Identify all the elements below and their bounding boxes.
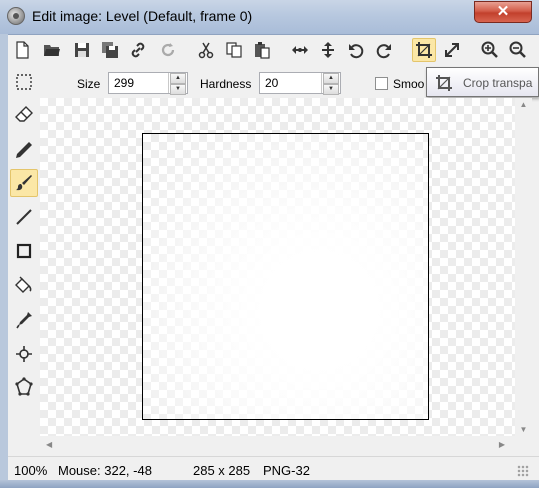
eraser-icon [15, 106, 33, 122]
link-button[interactable] [126, 38, 150, 62]
size-decrement-button[interactable]: ▼ [170, 84, 186, 95]
origin-icon [16, 346, 32, 362]
hardness-increment-button[interactable]: ▲ [323, 73, 339, 84]
resize-icon [445, 43, 459, 57]
vertical-scrollbar[interactable]: ▲ ▼ [515, 98, 532, 436]
open-folder-icon [44, 45, 60, 56]
origin-tool[interactable] [10, 340, 38, 368]
rectangle-tool[interactable] [10, 237, 38, 265]
copy-button[interactable] [222, 38, 246, 62]
image-dimensions: 285 x 285 [193, 463, 251, 478]
new-file-icon [16, 41, 29, 59]
move-vertical-button[interactable] [316, 38, 340, 62]
size-increment-button[interactable]: ▲ [170, 73, 186, 84]
cut-button[interactable] [194, 38, 218, 62]
selection-tool[interactable] [10, 68, 38, 96]
eyedropper-tool[interactable] [10, 306, 38, 334]
resize-button[interactable] [440, 38, 464, 62]
crop-icon [436, 75, 452, 91]
horizontal-scrollbar[interactable]: ◀ ▶ [40, 436, 515, 454]
eyedropper-icon [16, 312, 32, 329]
eraser-tool[interactable] [10, 101, 38, 129]
move-horizontal-button[interactable] [288, 38, 312, 62]
link-icon [131, 42, 145, 58]
image-format: PNG-32 [263, 463, 310, 478]
scroll-down-icon[interactable]: ▼ [515, 425, 532, 434]
fill-tool[interactable] [10, 272, 38, 300]
window-frame-left [0, 34, 8, 480]
redo-icon [376, 44, 391, 59]
open-button[interactable] [40, 38, 64, 62]
image-canvas[interactable] [142, 133, 429, 420]
line-tool[interactable] [10, 203, 38, 231]
smooth-label: Smoo [393, 77, 425, 91]
tools-sidebar [8, 66, 40, 456]
window-title: Edit image: Level (Default, frame 0) [32, 8, 253, 24]
hardness-decrement-button[interactable]: ▼ [323, 84, 339, 95]
title-bar: Edit image: Level (Default, frame 0) ✕ [0, 0, 539, 35]
zoom-out-icon [509, 41, 526, 58]
paste-button[interactable] [250, 38, 274, 62]
status-bar: 100% Mouse: 322, -48 285 x 285 PNG-32 [8, 456, 539, 481]
app-icon [7, 7, 25, 25]
rectangle-icon [16, 243, 32, 259]
move-vertical-icon [322, 42, 334, 58]
save-button[interactable] [70, 38, 94, 62]
pencil-icon [16, 142, 32, 158]
window-frame-bottom [0, 480, 539, 488]
close-icon: ✕ [496, 3, 510, 20]
zoom-in-icon [481, 41, 498, 58]
polygon-tool[interactable] [10, 373, 38, 401]
refresh-button[interactable] [156, 38, 180, 62]
brush-stroke [143, 134, 428, 419]
undo-button[interactable] [344, 38, 368, 62]
crop-tooltip: Crop transpa [426, 67, 539, 97]
fill-bucket-icon [15, 276, 32, 293]
zoom-out-button[interactable] [506, 38, 530, 62]
crop-button[interactable] [412, 38, 436, 62]
resize-grip[interactable] [517, 465, 529, 477]
copy-icon [226, 42, 242, 58]
scroll-right-icon[interactable]: ▶ [499, 440, 505, 449]
new-file-button[interactable] [10, 38, 34, 62]
pencil-tool[interactable] [10, 136, 38, 164]
move-horizontal-icon [292, 46, 308, 54]
save-all-button[interactable] [98, 38, 122, 62]
size-label: Size [77, 77, 101, 91]
hardness-input[interactable] [263, 75, 319, 91]
size-input[interactable] [112, 75, 168, 91]
paste-icon [255, 42, 270, 59]
brush-tool[interactable] [10, 169, 38, 197]
brush-icon [16, 175, 32, 191]
refresh-icon [161, 43, 175, 57]
hardness-spinbox[interactable]: ▲▼ [259, 72, 341, 95]
hardness-label: Hardness [200, 77, 252, 91]
size-spinbox[interactable]: ▲▼ [108, 72, 188, 95]
close-button[interactable]: ✕ [474, 1, 532, 23]
crop-icon [416, 42, 432, 58]
polygon-icon [15, 377, 33, 396]
selection-icon [16, 74, 32, 90]
scroll-up-icon[interactable]: ▲ [515, 100, 532, 109]
line-icon [16, 209, 32, 225]
scroll-left-icon[interactable]: ◀ [46, 440, 52, 449]
tooltip-text: Crop transpa [463, 76, 533, 90]
main-toolbar [8, 36, 539, 66]
save-icon [75, 43, 89, 57]
cut-icon [198, 42, 214, 59]
save-all-icon [102, 42, 118, 58]
redo-button[interactable] [372, 38, 396, 62]
undo-icon [349, 44, 364, 59]
mouse-position: Mouse: 322, -48 [58, 463, 152, 478]
smooth-checkbox[interactable] [375, 77, 388, 90]
canvas-viewport[interactable] [40, 98, 515, 436]
zoom-level: 100% [14, 463, 48, 478]
zoom-in-button[interactable] [478, 38, 502, 62]
